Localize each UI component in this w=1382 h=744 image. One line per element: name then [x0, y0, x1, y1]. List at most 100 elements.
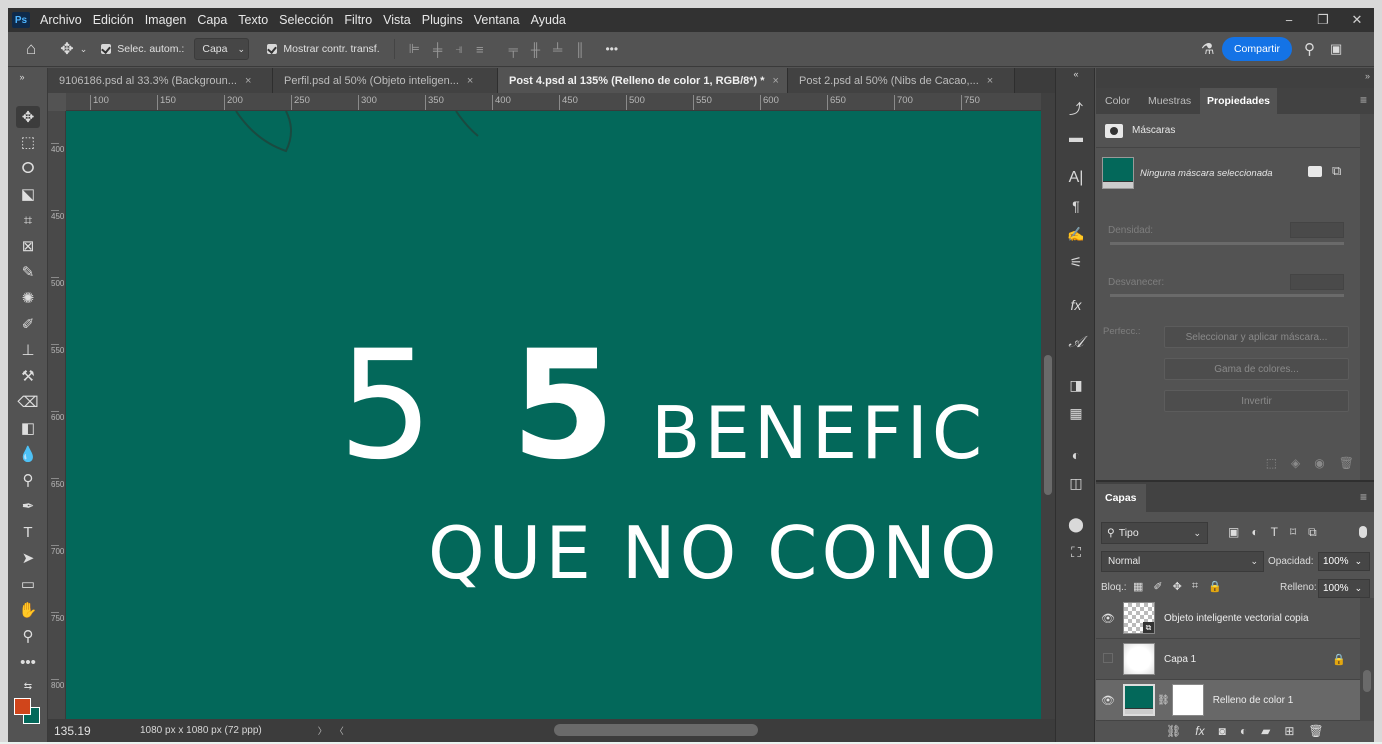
- menu-seleccion[interactable]: Selección: [279, 13, 333, 27]
- menu-texto[interactable]: Texto: [238, 13, 268, 27]
- move-tool-icon[interactable]: ✥: [60, 39, 73, 59]
- styles-fx-icon[interactable]: fx: [1065, 294, 1087, 316]
- lock-transparency-icon[interactable]: ▦: [1133, 580, 1143, 593]
- add-vector-mask-icon[interactable]: ⧉: [1332, 163, 1341, 179]
- auto-select-checkbox[interactable]: Selec. autom.:: [101, 43, 184, 55]
- menu-edicion[interactable]: Edición: [93, 13, 134, 27]
- color-range-button[interactable]: Gama de colores...: [1164, 358, 1349, 380]
- home-icon[interactable]: ⌂: [26, 39, 36, 59]
- align-bottom-icon[interactable]: ╧: [553, 42, 562, 57]
- zoom-tool-icon[interactable]: ⚲: [16, 625, 40, 647]
- adjustments-sliders-icon[interactable]: ⚟: [1065, 251, 1087, 273]
- fill-input[interactable]: 100% ⌄: [1318, 579, 1370, 598]
- menu-imagen[interactable]: Imagen: [145, 13, 187, 27]
- select-and-mask-button[interactable]: Seleccionar y aplicar máscara...: [1164, 326, 1349, 348]
- object-select-tool-icon[interactable]: ⬕: [16, 183, 40, 205]
- filter-toggle-icon[interactable]: [1359, 526, 1367, 538]
- filter-shape-icon[interactable]: ⌑: [1290, 525, 1296, 540]
- canvas-horizontal-scrollbar[interactable]: [554, 724, 758, 736]
- adjustment-layer-icon[interactable]: ◐: [1240, 724, 1247, 738]
- eye-icon[interactable]: 👁: [1096, 694, 1120, 707]
- add-pixel-mask-icon[interactable]: [1308, 166, 1322, 177]
- path-select-tool-icon[interactable]: ➤: [16, 547, 40, 569]
- tab-9106186[interactable]: 9106186.psd al 33.3% (Backgroun... ×: [48, 68, 273, 93]
- history-brush-tool-icon[interactable]: ⚒: [16, 365, 40, 387]
- status-arrow-icon[interactable]: 〉: [318, 724, 327, 737]
- close-tab-icon[interactable]: ×: [467, 75, 473, 87]
- menu-plugins[interactable]: Plugins: [422, 13, 463, 27]
- tab-post-2[interactable]: Post 2.psd al 50% (Nibs de Cacao,... ×: [788, 68, 1015, 93]
- gradients-panel-icon[interactable]: ◨: [1065, 374, 1087, 396]
- new-layer-icon[interactable]: ⊞: [1284, 724, 1294, 738]
- blur-tool-icon[interactable]: 💧: [16, 443, 40, 465]
- search-icon[interactable]: ⚲: [1304, 40, 1315, 58]
- history-panel-icon[interactable]: ⤴: [1065, 98, 1087, 120]
- apply-mask-icon[interactable]: ◈: [1291, 456, 1300, 470]
- lock-artboard-icon[interactable]: ⌗: [1192, 580, 1198, 593]
- feather-input[interactable]: [1290, 274, 1344, 290]
- align-left-icon[interactable]: ⊫: [409, 41, 420, 57]
- layer-row[interactable]: Capa 1 🔒: [1096, 639, 1360, 680]
- menu-filtro[interactable]: Filtro: [344, 13, 372, 27]
- pen-tool-icon[interactable]: ✒: [16, 495, 40, 517]
- filter-smart-object-icon[interactable]: ⧉: [1308, 525, 1317, 540]
- channels-icon[interactable]: ⬤: [1065, 513, 1087, 535]
- trash-icon[interactable]: 🗑: [1339, 456, 1354, 470]
- distribute-vertical-icon[interactable]: ║: [575, 42, 584, 57]
- more-options-icon[interactable]: •••: [605, 42, 618, 56]
- crop-tool-icon[interactable]: ⌗: [16, 209, 40, 231]
- document-canvas[interactable]: 5 5 BENEFIC QUE NO CONO: [66, 111, 1041, 719]
- paths-icon[interactable]: ⛶: [1065, 541, 1087, 563]
- collapse-icon[interactable]: «: [1065, 68, 1087, 80]
- gradient-tool-icon[interactable]: ◧: [16, 417, 40, 439]
- swap-colors-icon[interactable]: ⇆: [16, 675, 40, 697]
- align-right-icon[interactable]: ⫣: [455, 41, 463, 57]
- density-slider[interactable]: [1110, 242, 1344, 245]
- brush-settings-icon[interactable]: ✍: [1065, 223, 1087, 245]
- filter-pixel-icon[interactable]: ▣: [1228, 525, 1239, 540]
- menu-capa[interactable]: Capa: [197, 13, 227, 27]
- filter-adjustment-icon[interactable]: ◐: [1251, 525, 1258, 540]
- filter-type-icon[interactable]: T: [1271, 525, 1278, 540]
- distribute-icon[interactable]: ≡: [476, 42, 484, 57]
- layer-filter-dropdown[interactable]: ⚲ Tipo ⌄: [1101, 522, 1208, 544]
- link-layers-icon[interactable]: ⛓: [1166, 724, 1181, 738]
- panel-menu-icon[interactable]: ≡: [1360, 93, 1367, 107]
- restore-button[interactable]: ❐: [1306, 8, 1340, 32]
- tab-muestras[interactable]: Muestras: [1141, 88, 1198, 114]
- minimize-button[interactable]: −: [1272, 8, 1306, 32]
- close-button[interactable]: ✕: [1340, 8, 1374, 32]
- lock-all-icon[interactable]: 🔒: [1208, 580, 1222, 593]
- zoom-level[interactable]: 135.19: [54, 724, 98, 738]
- hand-tool-icon[interactable]: ✋: [16, 599, 40, 621]
- character-panel-icon[interactable]: A|: [1065, 167, 1087, 189]
- share-button[interactable]: Compartir: [1222, 37, 1292, 61]
- collapse-icon[interactable]: »: [1365, 71, 1370, 81]
- selection-from-mask-icon[interactable]: ⬚: [1266, 456, 1277, 470]
- menu-ventana[interactable]: Ventana: [474, 13, 520, 27]
- close-tab-icon[interactable]: ×: [773, 75, 779, 87]
- lock-pixels-icon[interactable]: ✐: [1153, 580, 1162, 593]
- hidden-eye-icon[interactable]: [1096, 652, 1120, 666]
- healing-tool-icon[interactable]: ✺: [16, 287, 40, 309]
- close-tab-icon[interactable]: ×: [245, 75, 251, 87]
- properties-scrollbar[interactable]: [1360, 114, 1374, 480]
- link-icon[interactable]: ⛓: [1157, 695, 1170, 706]
- close-tab-icon[interactable]: ×: [987, 75, 993, 87]
- rectangle-tool-icon[interactable]: ▭: [16, 573, 40, 595]
- panel-menu-icon[interactable]: ≡: [1360, 490, 1367, 504]
- lasso-tool-icon[interactable]: ⵔ: [16, 157, 40, 179]
- layer-row[interactable]: 👁 ⛓ Relleno de color 1: [1096, 680, 1360, 721]
- patterns-panel-icon[interactable]: ▦: [1065, 402, 1087, 424]
- type-tool-icon[interactable]: T: [16, 521, 40, 543]
- visibility-icon[interactable]: ◉: [1314, 456, 1324, 470]
- glyphs-icon[interactable]: 𝒜: [1065, 332, 1087, 354]
- eraser-tool-icon[interactable]: ⌫: [16, 391, 40, 413]
- stamp-tool-icon[interactable]: ⊥: [16, 339, 40, 361]
- align-center-icon[interactable]: ╪: [433, 42, 442, 57]
- menu-archivo[interactable]: Archivo: [40, 13, 82, 27]
- marquee-tool-icon[interactable]: ⬚: [16, 131, 40, 153]
- opacity-input[interactable]: 100% ⌄: [1318, 552, 1370, 571]
- auto-select-target-dropdown[interactable]: Capa ⌄: [194, 38, 250, 60]
- scroll-left-icon[interactable]: 〈: [335, 724, 344, 737]
